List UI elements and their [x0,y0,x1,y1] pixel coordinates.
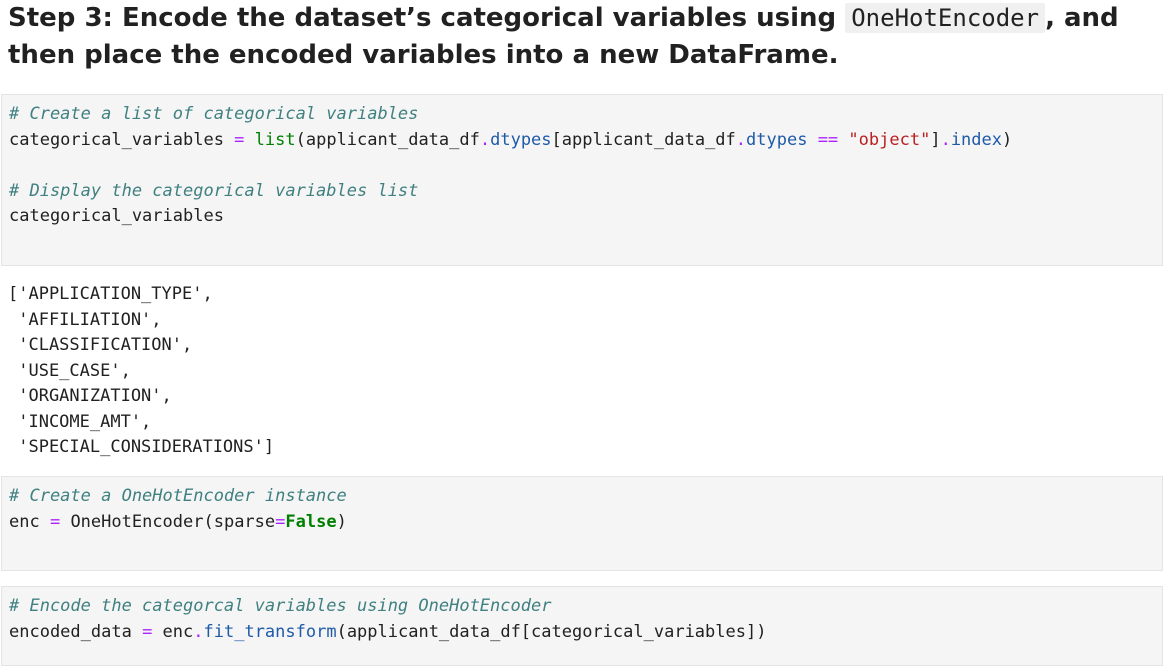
code-token: . [479,129,491,150]
markdown-heading: Step 3: Encode the dataset’s categorical… [8,0,1158,74]
code-token: list [254,129,296,150]
code-token: . [193,621,204,642]
code-line: categorical_variables = list(applicant_d… [9,128,1162,154]
code-token: encoded_data [9,621,143,642]
code-cell-1-source[interactable]: # Create a list of categorical variables… [2,95,1162,230]
code-token: categorical_variables [9,206,224,226]
code-token: enc [152,621,194,642]
code-token: categorical_variables [9,129,235,150]
code-cell-2[interactable]: # Create a OneHotEncoder instance enc = O… [1,476,1163,571]
heading-text-start: Step 3: Encode the dataset’s categorical… [8,3,846,33]
code-token: # Display the categorical variables list [9,180,419,201]
code-token: # Encode the categorcal variables using … [9,596,552,616]
heading-inline-code: OneHotEncoder [845,3,1046,33]
code-line: # Create a OneHotEncoder instance [9,484,1162,510]
code-line: enc = OneHotEncoder(sparse=False) [9,510,1162,536]
code-token: = [142,621,153,642]
code-token: [applicant_data_df [551,129,736,150]
code-token: ) [1002,129,1013,150]
code-token: . [735,129,747,150]
code-line: # Create a list of categorical variables [9,102,1162,128]
cell-1-output: ['APPLICATION_TYPE', 'AFFILIATION', 'CLA… [8,282,274,461]
code-token: = [234,129,245,150]
code-token: fit_transform [203,621,337,642]
code-token: == [817,129,839,150]
code-token: (applicant_data_df[categorical_variables… [336,621,767,642]
code-cell-3-source[interactable]: # Encode the categorcal variables using … [2,587,1162,645]
code-token: = [49,511,61,532]
code-cell-1[interactable]: # Create a list of categorical variables… [1,94,1163,266]
code-token: ) [336,511,347,532]
code-token: ] [930,129,941,150]
code-line: categorical_variables [9,204,1162,230]
code-token: = [275,511,286,532]
code-line: # Display the categorical variables list [9,179,1162,205]
code-token: "object" [848,129,931,150]
code-token: enc [9,511,50,532]
code-cell-3[interactable]: # Encode the categorcal variables using … [1,586,1163,666]
code-line: # Encode the categorcal variables using … [9,594,1162,620]
code-token: # Create a OneHotEncoder instance [9,486,347,506]
code-token: False [285,511,337,532]
code-token: OneHotEncoder(sparse [60,511,276,532]
code-token: index [950,129,1002,150]
code-token: # Create a list of categorical variables [9,104,419,124]
cell-1-output-text: ['APPLICATION_TYPE', 'AFFILIATION', 'CLA… [8,284,275,457]
code-cell-2-source[interactable]: # Create a OneHotEncoder instance enc = O… [2,477,1162,535]
code-token: . [940,129,951,150]
code-line: encoded_data = enc.fit_transform(applica… [9,620,1162,646]
code-token: (applicant_data_df [295,129,480,150]
code-token: dtypes [490,129,552,150]
code-token: dtypes [746,129,808,150]
